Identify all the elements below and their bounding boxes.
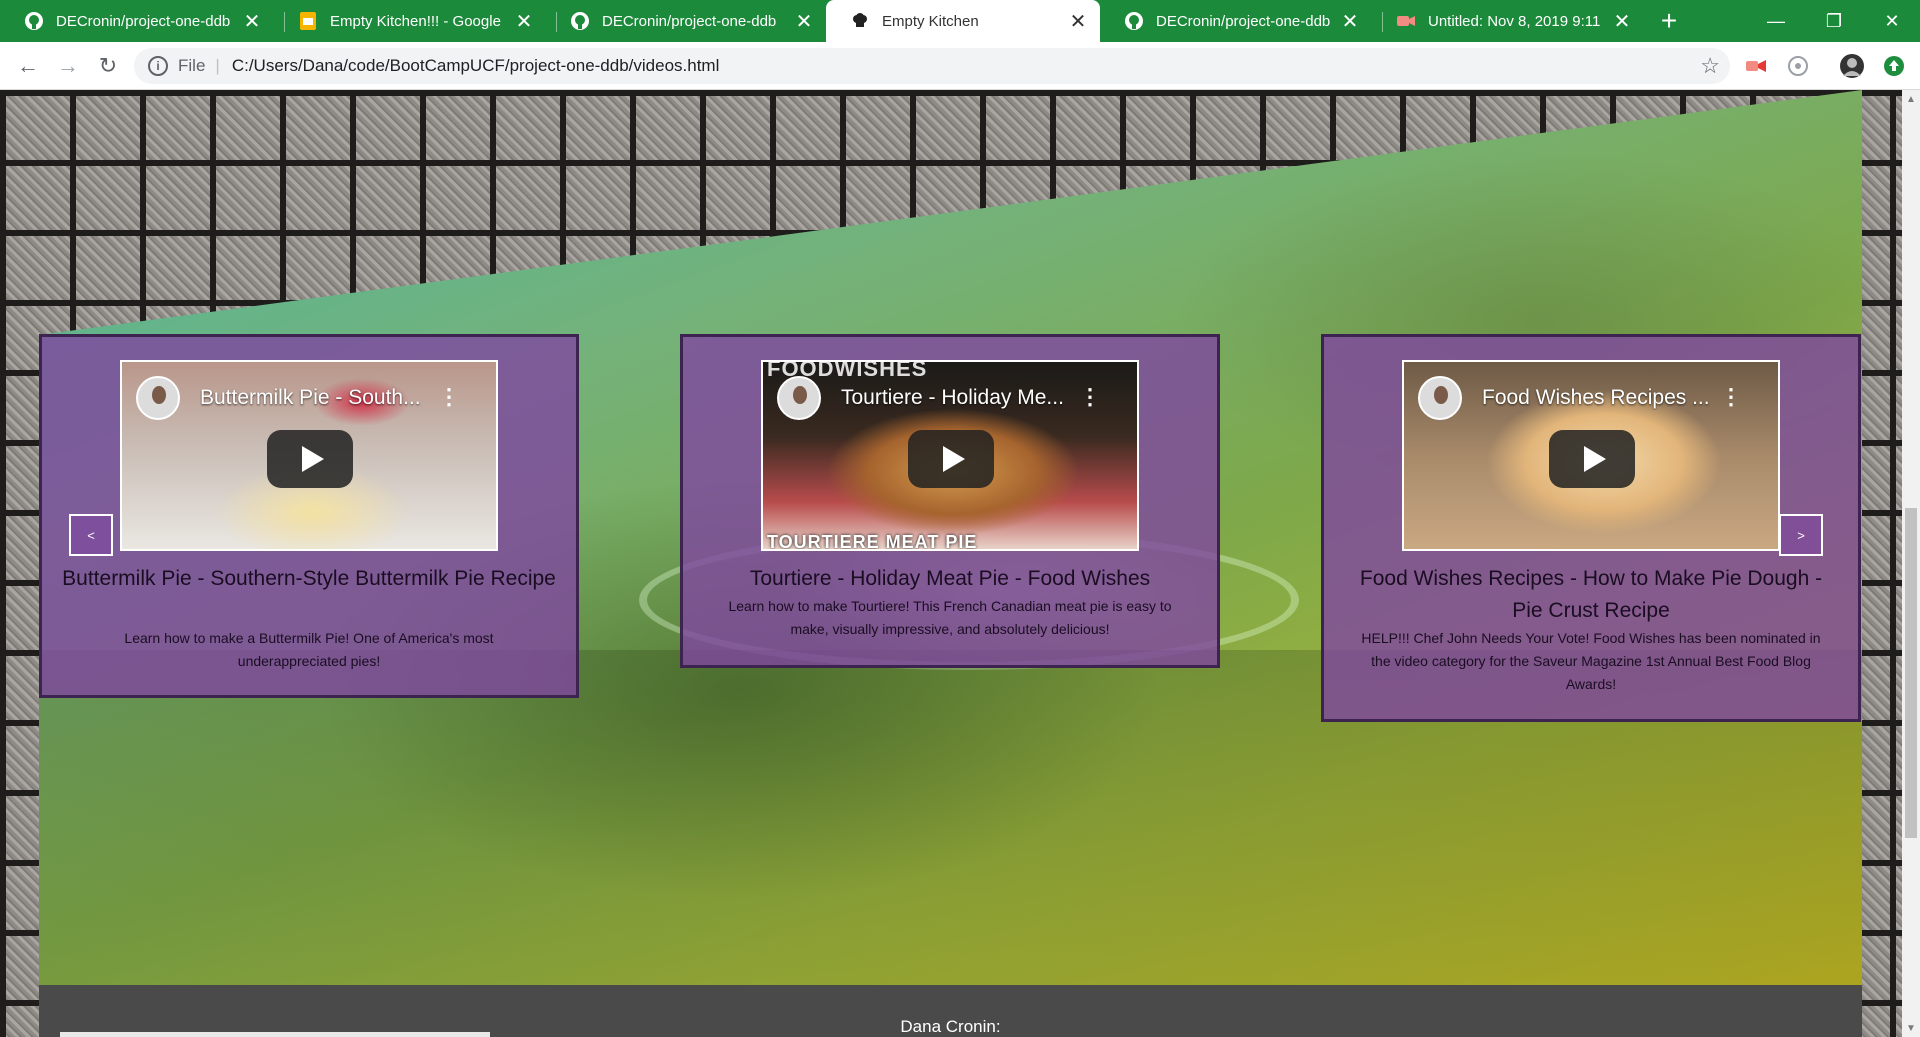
github-icon — [570, 11, 590, 31]
close-window-button[interactable]: ✕ — [1864, 0, 1920, 42]
play-icon[interactable] — [267, 430, 353, 488]
channel-avatar[interactable] — [136, 376, 180, 420]
video-embed-1[interactable]: Buttermilk Pie - South... ⋮ — [120, 360, 498, 551]
tab-close-icon[interactable]: ✕ — [1340, 11, 1360, 33]
more-options-icon[interactable]: ⋮ — [438, 384, 460, 410]
tab-title: DECronin/project-one-ddb — [56, 12, 231, 30]
restore-button[interactable]: ❐ — [1806, 0, 1862, 42]
carousel-prev-button[interactable]: < — [69, 514, 113, 556]
tab-title: Empty Kitchen — [882, 12, 979, 30]
chef-hat-icon — [850, 11, 870, 31]
screencast-icon — [1396, 11, 1416, 31]
back-button[interactable]: ← — [12, 50, 44, 82]
video-thumb-title[interactable]: Food Wishes Recipes ... — [1482, 386, 1712, 410]
page-footer: Dana Cronin: — [39, 985, 1862, 1037]
tab-google-slides[interactable]: Empty Kitchen!!! - Google Slides ✕ — [274, 0, 546, 42]
profile-avatar[interactable] — [1838, 52, 1866, 80]
tab-close-icon[interactable]: ✕ — [514, 11, 534, 33]
tab-github-2[interactable]: DECronin/project-one-ddb ✕ — [546, 0, 826, 42]
video-description: Learn how to make a Buttermilk Pie! One … — [124, 630, 494, 669]
carousel-next-button[interactable]: > — [1779, 514, 1823, 556]
more-options-icon[interactable]: ⋮ — [1720, 384, 1742, 410]
tab-close-icon[interactable]: ✕ — [1612, 11, 1632, 33]
tab-close-icon[interactable]: ✕ — [1068, 11, 1088, 33]
tab-close-icon[interactable]: ✕ — [242, 11, 262, 33]
update-icon[interactable] — [1880, 52, 1908, 80]
channel-avatar[interactable] — [777, 376, 821, 420]
vertical-scrollbar[interactable]: ▲ ▼ — [1902, 90, 1920, 1037]
scheme-label: File — [178, 56, 206, 75]
github-icon — [24, 11, 44, 31]
video-card-2: FOODWISHES Tourtiere - Holiday Me... ⋮ T… — [680, 334, 1220, 668]
github-icon — [1124, 11, 1144, 31]
bookmark-star-icon[interactable]: ☆ — [1700, 53, 1720, 79]
minimize-button[interactable]: — — [1748, 0, 1804, 42]
video-title: Food Wishes Recipes - How to Make Pie Do… — [1359, 567, 1823, 622]
play-icon[interactable] — [1549, 430, 1635, 488]
new-tab-button[interactable]: + — [1654, 5, 1684, 36]
tab-empty-kitchen[interactable]: Empty Kitchen ✕ — [826, 0, 1100, 42]
site-info-icon[interactable]: i — [148, 56, 168, 76]
scroll-down-arrow-icon[interactable]: ▼ — [1902, 1019, 1920, 1037]
extension-circle-icon[interactable] — [1784, 52, 1812, 80]
browser-toolbar: ← → ↻ i File | C:/Users/Dana/code/BootCa… — [0, 42, 1920, 90]
tab-github-3[interactable]: DECronin/project-one-ddb ✕ — [1100, 0, 1372, 42]
video-thumb-title[interactable]: Buttermilk Pie - South... — [200, 386, 430, 410]
address-bar[interactable]: i File | C:/Users/Dana/code/BootCampUCF/… — [134, 48, 1730, 84]
play-icon[interactable] — [908, 430, 994, 488]
scheme-separator: | — [215, 56, 220, 75]
thumbnail-overlay-text: TOURTIERE MEAT PIE — [767, 532, 978, 551]
video-description: Learn how to make Tourtiere! This French… — [728, 598, 1172, 637]
tab-close-icon[interactable]: ✕ — [794, 11, 814, 33]
video-card-1: Buttermilk Pie - South... ⋮ Buttermilk P… — [39, 334, 579, 698]
video-embed-2[interactable]: FOODWISHES Tourtiere - Holiday Me... ⋮ T… — [761, 360, 1139, 551]
slides-icon — [298, 11, 318, 31]
scroll-up-arrow-icon[interactable]: ▲ — [1902, 90, 1920, 108]
tab-title: DECronin/project-one-ddb — [602, 12, 777, 30]
more-options-icon[interactable]: ⋮ — [1079, 384, 1101, 410]
screencastify-extension-icon[interactable] — [1742, 52, 1770, 80]
video-title: Tourtiere - Holiday Meat Pie - Food Wish… — [749, 567, 1151, 590]
url-text[interactable]: C:/Users/Dana/code/BootCampUCF/project-o… — [232, 56, 720, 76]
forward-button[interactable]: → — [52, 50, 84, 82]
tab-screencast[interactable]: Untitled: Nov 8, 2019 9:11 PM ✕ — [1372, 0, 1644, 42]
horizontal-scroll-indicator — [60, 1032, 490, 1037]
page-viewport: Buttermilk Pie - South... ⋮ Buttermilk P… — [0, 90, 1902, 1037]
video-thumb-title[interactable]: Tourtiere - Holiday Me... — [841, 386, 1071, 410]
reload-button[interactable]: ↻ — [92, 50, 124, 82]
video-description: HELP!!! Chef John Needs Your Vote! Food … — [1361, 630, 1821, 692]
tab-strip: DECronin/project-one-ddb ✕ Empty Kitchen… — [0, 0, 1920, 42]
tab-title: Untitled: Nov 8, 2019 9:11 PM — [1428, 12, 1604, 30]
video-embed-3[interactable]: Food Wishes Recipes ... ⋮ — [1402, 360, 1780, 551]
video-title: Buttermilk Pie - Southern-Style Buttermi… — [62, 567, 556, 590]
tab-github-1[interactable]: DECronin/project-one-ddb ✕ — [0, 0, 274, 42]
channel-avatar[interactable] — [1418, 376, 1462, 420]
tab-title: DECronin/project-one-ddb — [1156, 12, 1331, 30]
scroll-thumb[interactable] — [1905, 508, 1917, 838]
tab-title: Empty Kitchen!!! - Google Slides — [330, 12, 506, 30]
